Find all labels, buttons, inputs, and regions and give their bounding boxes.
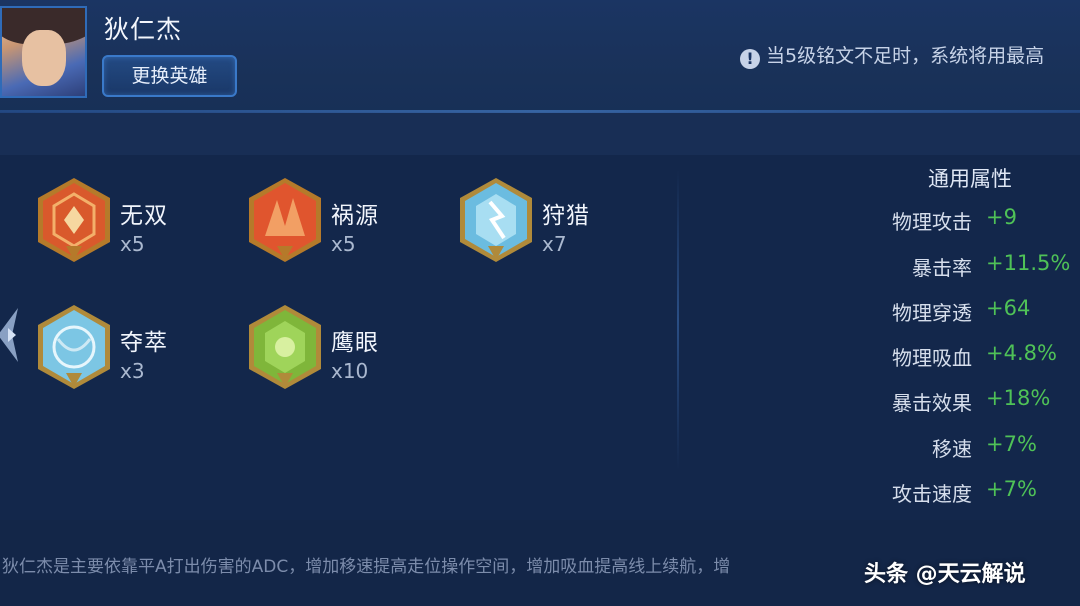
attribute-name: 物理攻击: [892, 210, 972, 234]
rune-count: x3: [120, 359, 145, 383]
collapse-arrow-icon[interactable]: [0, 300, 24, 370]
attribute-row: 暴击率 +11.5%: [780, 251, 1080, 286]
header-band: [0, 113, 1080, 155]
rune-count: x5: [120, 232, 145, 256]
info-icon: !: [740, 49, 760, 69]
watermark: 头条 @天云解说: [840, 546, 1080, 600]
hero-avatar[interactable]: [0, 6, 87, 98]
rune-item-wushuang[interactable]: 无双 x5: [36, 176, 266, 276]
attribute-value: +7%: [986, 477, 1037, 501]
avatar-face: [22, 30, 66, 86]
rune-name: 祸源: [331, 203, 379, 229]
rune-count: x10: [331, 359, 369, 383]
attribute-row: 物理吸血 +4.8%: [780, 341, 1080, 376]
attribute-name: 物理穿透: [892, 301, 972, 325]
attribute-value: +7%: [986, 432, 1037, 456]
attribute-row: 移速 +7%: [780, 432, 1080, 467]
rune-item-yingyan[interactable]: 鹰眼 x10: [247, 303, 477, 403]
rune-huoyuan-icon: [249, 178, 321, 262]
change-hero-button[interactable]: 更换英雄: [102, 55, 237, 97]
rune-name: 狩猎: [542, 203, 590, 229]
attribute-row: 暴击效果 +18%: [780, 386, 1080, 421]
hero-name: 狄仁杰: [104, 15, 183, 44]
rune-name: 无双: [120, 203, 168, 229]
rune-duocui-icon: [38, 305, 110, 389]
attribute-row: 物理穿透 +64: [780, 296, 1080, 331]
rune-name: 鹰眼: [331, 330, 379, 356]
attribute-name: 暴击率: [912, 256, 972, 280]
attribute-name: 暴击效果: [892, 391, 972, 415]
attribute-name: 物理吸血: [892, 346, 972, 370]
watermark-text: 头条 @天云解说: [864, 562, 1026, 587]
rune-wushuang-icon: [38, 178, 110, 262]
attribute-name: 移速: [932, 437, 972, 461]
rune-item-huoyuan[interactable]: 祸源 x5: [247, 176, 477, 276]
rune-count: x5: [331, 232, 356, 256]
attribute-value: +64: [986, 296, 1031, 320]
rune-item-duocui[interactable]: 夺萃 x3: [36, 303, 266, 403]
notice: ! 当5级铭文不足时，系统将用最高: [740, 41, 1044, 69]
rune-name: 夺萃: [120, 330, 168, 356]
rune-shoulie-icon: [460, 178, 532, 262]
attribute-row: 物理攻击 +9: [780, 205, 1080, 240]
rune-count: x7: [542, 232, 567, 256]
attribute-value: +11.5%: [986, 251, 1071, 275]
attribute-name: 攻击速度: [892, 482, 972, 506]
rune-yingyan-icon: [249, 305, 321, 389]
rune-item-shoulie[interactable]: 狩猎 x7: [458, 176, 688, 276]
attribute-row: 攻击速度 +7%: [780, 477, 1080, 512]
attribute-value: +4.8%: [986, 341, 1057, 365]
hero-description: 狄仁杰是主要依靠平A打出伤害的ADC，增加移速提高走位操作空间，增加吸血提高线上…: [2, 557, 731, 577]
attribute-value: +18%: [986, 386, 1051, 410]
attribute-value: +9: [986, 205, 1017, 229]
attributes-title: 通用属性: [928, 167, 1012, 191]
notice-text: 当5级铭文不足时，系统将用最高: [766, 45, 1045, 67]
